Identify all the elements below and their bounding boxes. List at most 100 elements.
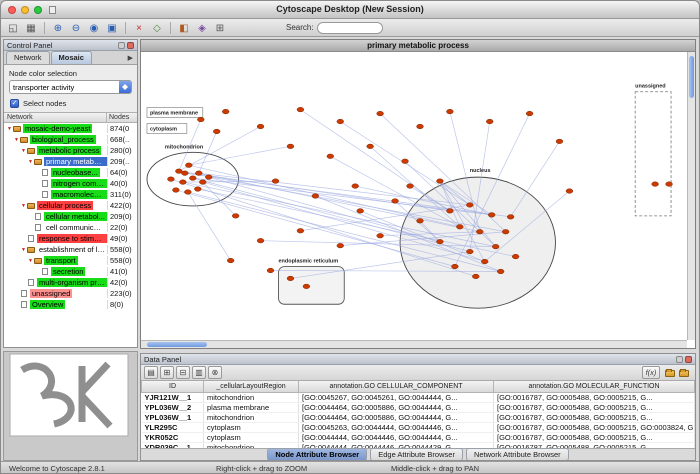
network-node[interactable]: [481, 259, 488, 264]
network-node[interactable]: [472, 274, 479, 279]
tab-node-attribute-browser[interactable]: Node Attribute Browser: [267, 448, 367, 461]
network-node[interactable]: [437, 239, 444, 244]
network-node[interactable]: [402, 159, 409, 164]
network-node[interactable]: [185, 163, 192, 168]
open-session-button[interactable]: ◱: [5, 20, 21, 35]
delete-rows-button[interactable]: ⊗: [208, 366, 222, 379]
tree-row[interactable]: ▼transport558(0): [4, 255, 137, 266]
network-node[interactable]: [666, 182, 673, 187]
delete-attribute-button[interactable]: ⊟: [176, 366, 190, 379]
column-header[interactable]: ID: [142, 381, 204, 392]
horizontal-scrollbar[interactable]: [141, 340, 687, 348]
network-node[interactable]: [195, 171, 202, 176]
function-builder-button[interactable]: f(x): [642, 366, 660, 379]
table-row[interactable]: YPL036W__2plasma membrane[GO:0044464, GO…: [142, 402, 695, 412]
network-node[interactable]: [327, 154, 334, 159]
network-node[interactable]: [451, 264, 458, 269]
network-node[interactable]: [232, 214, 239, 219]
birdseye-view[interactable]: [3, 351, 138, 461]
network-node[interactable]: [267, 268, 274, 273]
network-node[interactable]: [417, 219, 424, 224]
network-node[interactable]: [352, 184, 359, 189]
tree-row[interactable]: ▼primary metabolic...209(..: [4, 156, 137, 167]
column-header[interactable]: annotation.GO MOLECULAR_FUNCTION: [494, 381, 695, 392]
network-node[interactable]: [205, 175, 212, 180]
vizmapper-button[interactable]: ◈: [194, 20, 210, 35]
network-node[interactable]: [312, 194, 319, 199]
select-nodes-checkbox[interactable]: ✓: [10, 99, 19, 108]
network-node[interactable]: [446, 109, 453, 114]
network-node[interactable]: [507, 215, 514, 220]
zoom-selected-button[interactable]: ◉: [86, 20, 102, 35]
network-node[interactable]: [287, 276, 294, 281]
search-input[interactable]: [317, 22, 383, 34]
table-row[interactable]: YPL036W__1mitochondrion[GO:0044464, GO:0…: [142, 412, 695, 422]
network-node[interactable]: [417, 124, 424, 129]
close-panel-icon[interactable]: [127, 42, 134, 49]
import-attributes-icon[interactable]: [665, 370, 675, 377]
network-node[interactable]: [466, 203, 473, 208]
select-attributes-button[interactable]: ▤: [144, 366, 158, 379]
zoom-fit-button[interactable]: ▣: [104, 20, 120, 35]
tab-edge-attribute-browser[interactable]: Edge Attribute Browser: [370, 448, 463, 461]
network-node[interactable]: [377, 111, 384, 116]
network-node[interactable]: [184, 190, 191, 195]
network-view-title[interactable]: primary metabolic process: [141, 40, 695, 52]
float-data-panel-icon[interactable]: [676, 356, 683, 363]
destroy-network-button[interactable]: ×: [131, 20, 147, 35]
network-node[interactable]: [488, 213, 495, 218]
network-node[interactable]: [337, 243, 344, 248]
create-network-view-button[interactable]: ◇: [149, 20, 165, 35]
network-node[interactable]: [194, 187, 201, 192]
network-node[interactable]: [526, 111, 533, 116]
tree-row[interactable]: ▼mosaic-demo-yeast874(0: [4, 123, 137, 134]
network-node[interactable]: [446, 209, 453, 214]
network-node[interactable]: [297, 228, 304, 233]
network-node[interactable]: [392, 199, 399, 204]
network-node[interactable]: [189, 176, 196, 181]
tree-header-nodes[interactable]: Nodes: [107, 113, 137, 122]
network-node[interactable]: [437, 179, 444, 184]
tree-row[interactable]: secretion41(0): [4, 266, 137, 277]
network-node[interactable]: [172, 188, 179, 193]
close-data-panel-icon[interactable]: [685, 356, 692, 363]
network-node[interactable]: [492, 244, 499, 249]
column-header[interactable]: annotation.GO CELLULAR_COMPONENT: [299, 381, 494, 392]
minimize-window-button[interactable]: [21, 6, 29, 14]
network-node[interactable]: [407, 184, 414, 189]
network-node[interactable]: [297, 107, 304, 112]
table-row[interactable]: YKR052Ccytoplasm[GO:0044444, GO:0044446,…: [142, 432, 695, 442]
network-node[interactable]: [303, 284, 310, 289]
network-node[interactable]: [287, 144, 294, 149]
tab-network-attribute-browser[interactable]: Network Attribute Browser: [466, 448, 569, 461]
network-node[interactable]: [512, 254, 519, 259]
network-node[interactable]: [257, 238, 264, 243]
column-header[interactable]: _cellularLayoutRegion: [204, 381, 299, 392]
table-row[interactable]: YDR039C__1mitochondrion[GO:0044444, GO:0…: [142, 442, 695, 448]
tree-row[interactable]: ▼establishment of lo...558(0): [4, 244, 137, 255]
network-node[interactable]: [337, 119, 344, 124]
table-row[interactable]: YLR295Ccytoplasm[GO:0045263, GO:0044444,…: [142, 422, 695, 432]
network-node[interactable]: [486, 119, 493, 124]
tree-row[interactable]: nitrogen compo...40(0): [4, 178, 137, 189]
tree-row[interactable]: nucleobase...64(0): [4, 167, 137, 178]
table-row[interactable]: YJR121W__1mitochondrion[GO:0045267, GO:0…: [142, 392, 695, 402]
horizontal-scrollbar-thumb[interactable]: [147, 342, 207, 347]
tree-row[interactable]: unassigned223(0): [4, 288, 137, 299]
tree-row[interactable]: ▼metabolic process280(0): [4, 145, 137, 156]
network-node[interactable]: [222, 109, 229, 114]
tree-row[interactable]: response to stimul...49(0): [4, 233, 137, 244]
window-titlebar[interactable]: Cytoscape Desktop (New Session): [1, 1, 699, 19]
zoom-in-button[interactable]: ⊕: [50, 20, 66, 35]
network-node[interactable]: [497, 269, 504, 274]
tree-row[interactable]: cellular metabol...209(0): [4, 211, 137, 222]
tree-row[interactable]: Overview8(0): [4, 299, 137, 310]
network-node[interactable]: [502, 229, 509, 234]
network-annotation-button[interactable]: ◧: [176, 20, 192, 35]
network-node[interactable]: [456, 225, 463, 230]
network-node[interactable]: [377, 233, 384, 238]
float-panel-icon[interactable]: [118, 42, 125, 49]
network-node[interactable]: [367, 144, 374, 149]
zoom-window-button[interactable]: [34, 6, 42, 14]
network-node[interactable]: [476, 229, 483, 234]
